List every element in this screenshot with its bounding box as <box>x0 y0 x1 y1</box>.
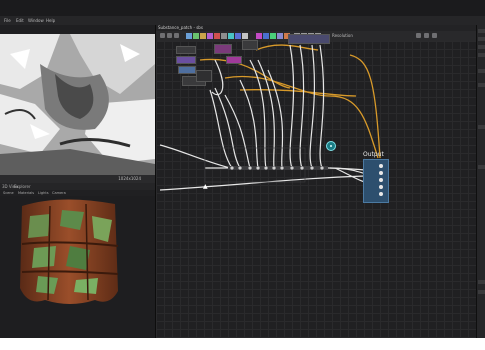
properties-item[interactable] <box>478 290 485 294</box>
output-port[interactable] <box>379 192 383 196</box>
properties-item[interactable] <box>478 45 485 49</box>
properties-item[interactable] <box>478 165 485 169</box>
graph-node[interactable] <box>176 56 196 64</box>
properties-item[interactable] <box>478 29 485 33</box>
graph-node[interactable] <box>178 66 196 74</box>
graph-pin-icon[interactable] <box>326 141 336 151</box>
graph-node[interactable] <box>226 56 242 64</box>
output-node[interactable] <box>363 159 389 203</box>
properties-item[interactable] <box>478 83 485 87</box>
properties-item[interactable] <box>478 53 485 57</box>
output-port[interactable] <box>379 178 383 182</box>
cursor-icon: ▲ <box>203 183 208 190</box>
graph-node[interactable] <box>242 40 258 50</box>
properties-panel <box>476 25 485 338</box>
app-window: File Edit Window Help 1024x1024 3D View … <box>0 0 485 338</box>
properties-item[interactable] <box>478 69 485 73</box>
properties-item[interactable] <box>478 280 485 284</box>
output-node-title: Output <box>363 151 384 158</box>
bottom-whitespace <box>0 338 485 350</box>
properties-item[interactable] <box>478 37 485 41</box>
graph-node[interactable] <box>288 34 330 44</box>
output-port[interactable] <box>379 185 383 189</box>
output-port[interactable] <box>379 171 383 175</box>
graph-node[interactable] <box>196 70 212 82</box>
graph-wires <box>159 44 381 191</box>
graph-node[interactable] <box>176 46 196 54</box>
graph-node[interactable] <box>214 44 232 54</box>
output-port[interactable] <box>379 164 383 168</box>
properties-item[interactable] <box>478 125 485 129</box>
